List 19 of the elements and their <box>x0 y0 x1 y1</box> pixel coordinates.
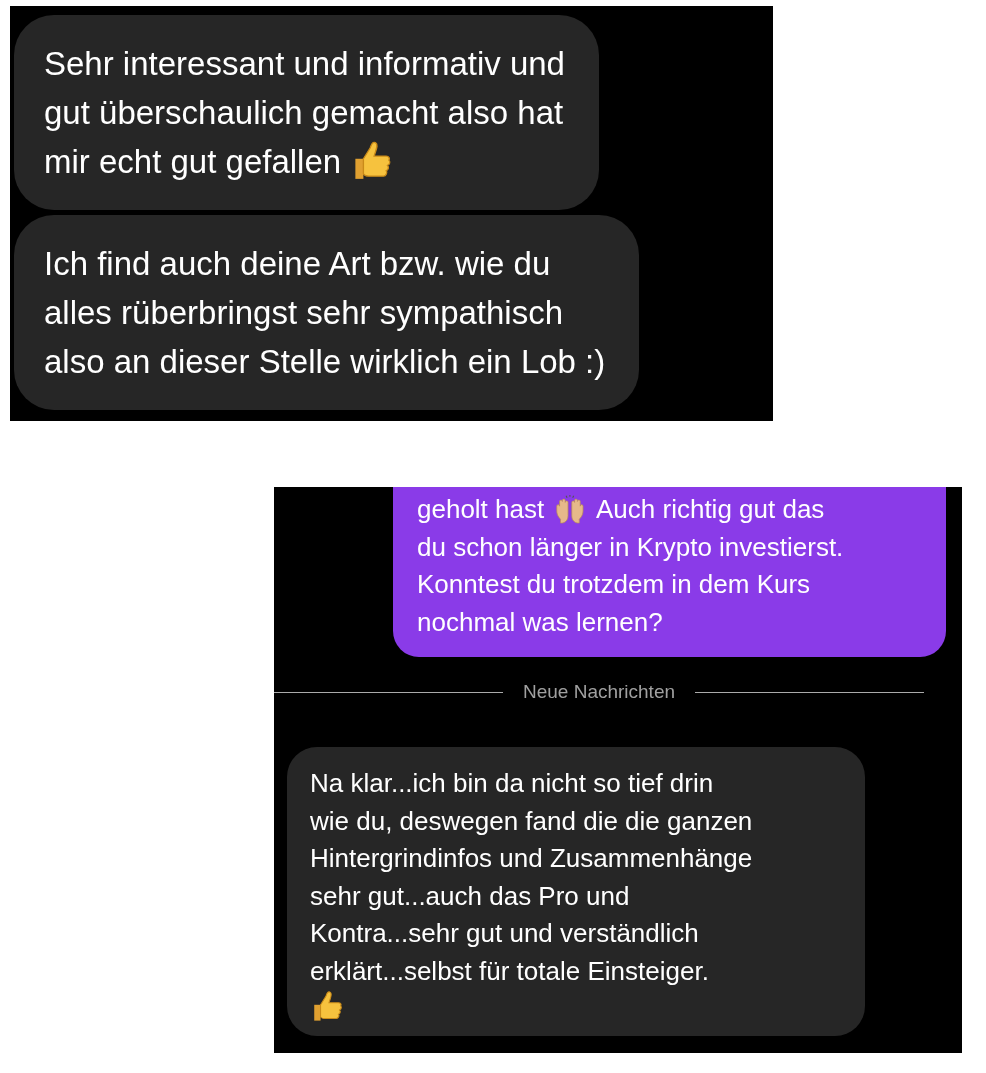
message-text: Konntest du trotzdem in dem Kurs <box>417 568 811 601</box>
message-text: also an dieser Stelle wirklich ein Lob :) <box>44 342 606 382</box>
message-text: du schon länger in Krypto investierst. <box>417 530 844 564</box>
message-text: wie du, deswegen fand die die ganzen <box>310 804 753 838</box>
message-text: Sehr interessant und informativ und <box>44 44 565 84</box>
message-text: nochmal was lernen? <box>417 605 663 639</box>
message-text: Auch richtig gut das <box>596 493 825 526</box>
message-text: Hintergrindinfos und Zusammenhänge <box>310 842 753 875</box>
message-text: Kontra...sehr gut und verständlich <box>310 917 699 950</box>
new-messages-divider: Neue Nachrichten <box>522 681 676 703</box>
message-text: Na klar...ich bin da nicht so tief drin <box>310 767 714 800</box>
message-text: geholt hast <box>417 493 545 526</box>
message-text: Ich find auch deine Art bzw. wie du <box>44 244 551 284</box>
message-text: sehr gut...auch das Pro und <box>310 879 630 913</box>
raised-hands-icon <box>553 492 587 527</box>
message-text: erklärt...selbst für totale Einsteiger. <box>310 954 709 988</box>
message-text: mir echt gut gefallen <box>44 142 342 182</box>
message-text: alles rüberbringst sehr sympathisch <box>44 293 564 333</box>
message-text: gut überschaulich gemacht also hat <box>44 93 564 133</box>
